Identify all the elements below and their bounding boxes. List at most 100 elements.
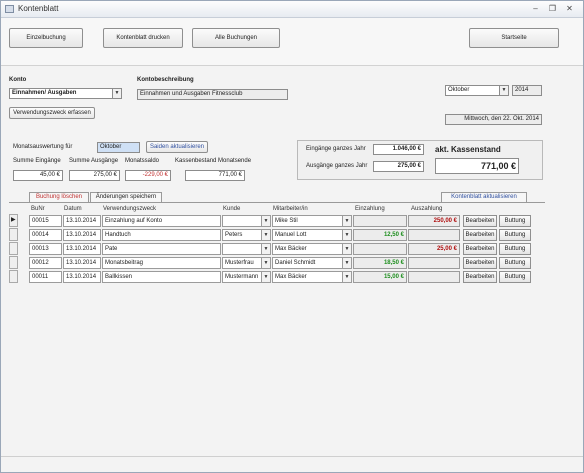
einzahlung-cell[interactable] xyxy=(353,243,407,255)
verwendungszweck-erfassen-button[interactable]: Verwendungszweck erfassen xyxy=(9,107,95,119)
table-row[interactable]: 00011 13.10.2014 Ballkissen Mustermann ▼ … xyxy=(1,270,583,284)
chevron-down-icon[interactable]: ▼ xyxy=(112,89,121,98)
bunr-cell: 00014 xyxy=(29,229,62,241)
monatsauswertung-label: Monatsauswertung für xyxy=(13,144,73,150)
buttung-button[interactable]: Buttung xyxy=(499,215,531,227)
konto-label: Konto xyxy=(9,77,27,83)
einzahlung-cell[interactable]: 18,50 € xyxy=(353,257,407,269)
chevron-down-icon[interactable]: ▼ xyxy=(261,272,270,282)
monatsauswertung-month[interactable]: Oktober xyxy=(97,142,140,153)
saiden-aktualisieren-button[interactable]: Saiden aktualisieren xyxy=(146,141,208,153)
eingaenge-jahr-value: 1.046,00 € xyxy=(373,144,424,155)
summe-ausgaenge-value: 275,00 € xyxy=(69,170,120,181)
startseite-button[interactable]: Startseite xyxy=(469,28,559,48)
row-selector[interactable] xyxy=(9,242,18,255)
kunde-select[interactable]: Peters ▼ xyxy=(222,229,271,241)
mitarbeiter-select[interactable]: Mike Stil ▼ xyxy=(272,215,352,227)
kontobeschreibung-label: Kontobeschreibung xyxy=(137,77,194,83)
table-row[interactable]: 00013 13.10.2014 Pate ▼ Max Bäcker ▼ 25,0… xyxy=(1,242,583,256)
auszahlung-cell[interactable]: 250,00 € xyxy=(408,215,460,227)
month-select[interactable]: Oktober ▼ xyxy=(445,85,509,96)
kunde-select[interactable]: ▼ xyxy=(222,243,271,255)
zweck-cell[interactable]: Einzahlung auf Konto xyxy=(102,215,221,227)
kunde-select[interactable]: Musterfrau ▼ xyxy=(222,257,271,269)
chevron-down-icon[interactable]: ▼ xyxy=(342,272,351,282)
table-row[interactable]: 00012 13.10.2014 Monatsbeitrag Musterfra… xyxy=(1,256,583,270)
col-kunde: Kunde xyxy=(223,206,241,212)
buttung-button[interactable]: Buttung xyxy=(499,243,531,255)
mitarbeiter-select[interactable]: Max Bäcker ▼ xyxy=(272,243,352,255)
restore-icon[interactable]: ❐ xyxy=(545,3,560,15)
bunr-cell: 00012 xyxy=(29,257,62,269)
col-auszahlung: Auszahlung xyxy=(411,206,443,212)
chevron-down-icon[interactable]: ▼ xyxy=(261,244,270,254)
einzahlung-cell[interactable]: 15,00 € xyxy=(353,271,407,283)
datum-cell[interactable]: 13.10.2014 xyxy=(63,271,101,283)
kassenstand-label: akt. Kassenstand xyxy=(435,145,501,154)
bearbeiten-button[interactable]: Bearbeiten xyxy=(463,243,497,255)
bearbeiten-button[interactable]: Bearbeiten xyxy=(463,229,497,241)
datum-cell[interactable]: 13.10.2014 xyxy=(63,215,101,227)
datum-cell[interactable]: 13.10.2014 xyxy=(63,229,101,241)
kunde-select[interactable]: ▼ xyxy=(222,215,271,227)
row-selector[interactable] xyxy=(9,270,18,283)
mitarbeiter-select[interactable]: Daniel Schmidt ▼ xyxy=(272,257,352,269)
auszahlung-cell[interactable] xyxy=(408,271,460,283)
close-icon[interactable]: ✕ xyxy=(562,3,577,15)
zweck-cell[interactable]: Pate xyxy=(102,243,221,255)
mitarbeiter-select[interactable]: Manuel Lott ▼ xyxy=(272,229,352,241)
buttung-button[interactable]: Buttung xyxy=(499,257,531,269)
auszahlung-cell[interactable] xyxy=(408,257,460,269)
chevron-down-icon[interactable]: ▼ xyxy=(261,216,270,226)
table-row[interactable]: ▶ 00015 13.10.2014 Einzahlung auf Konto … xyxy=(1,214,583,228)
buttung-button[interactable]: Buttung xyxy=(499,271,531,283)
zweck-cell[interactable]: Handtuch xyxy=(102,229,221,241)
auszahlung-cell[interactable]: 25,00 € xyxy=(408,243,460,255)
alle-buchungen-button[interactable]: Alle Buchungen xyxy=(192,28,280,48)
col-einzahlung: Einzahlung xyxy=(355,206,385,212)
chevron-down-icon[interactable]: ▼ xyxy=(342,244,351,254)
status-bar xyxy=(1,456,583,472)
einzahlung-cell[interactable]: 12,50 € xyxy=(353,229,407,241)
minimize-icon[interactable]: – xyxy=(528,3,543,15)
chevron-down-icon[interactable]: ▼ xyxy=(342,216,351,226)
auszahlung-cell[interactable] xyxy=(408,229,460,241)
chevron-down-icon[interactable]: ▼ xyxy=(261,258,270,268)
datum-cell[interactable]: 13.10.2014 xyxy=(63,243,101,255)
chevron-down-icon[interactable]: ▼ xyxy=(342,230,351,240)
zweck-cell[interactable]: Ballkissen xyxy=(102,271,221,283)
konto-select[interactable]: Einnahmen/ Ausgaben ▼ xyxy=(9,88,122,99)
buttung-button[interactable]: Buttung xyxy=(499,229,531,241)
bunr-cell: 00015 xyxy=(29,215,62,227)
einzahlung-cell[interactable] xyxy=(353,215,407,227)
bearbeiten-button[interactable]: Bearbeiten xyxy=(463,271,497,283)
col-mitarbeiter: Mitarbeiter/in xyxy=(273,206,308,212)
kontobeschreibung-field[interactable]: Einnahmen und Ausgaben Fitnessclub xyxy=(137,89,288,100)
kontenblatt-drucken-button[interactable]: Kontenblatt drucken xyxy=(103,28,183,48)
kassenstand-value: 771,00 € xyxy=(435,158,519,174)
chevron-down-icon[interactable]: ▼ xyxy=(342,258,351,268)
row-selector[interactable]: ▶ xyxy=(9,214,18,227)
tab-divider xyxy=(9,202,545,203)
kunde-value: Peters xyxy=(225,232,243,238)
toolbar: Einzelbuchung Kontenblatt drucken Alle B… xyxy=(1,18,583,66)
ausgaenge-jahr-value: 275,00 € xyxy=(373,161,424,172)
kassenbestand-label: Kassenbestand Monatsende xyxy=(175,158,252,164)
summe-eingaenge-label: Summe Eingänge xyxy=(13,158,61,164)
einzelbuchung-button[interactable]: Einzelbuchung xyxy=(9,28,83,48)
chevron-down-icon[interactable]: ▼ xyxy=(499,86,508,95)
bunr-cell: 00011 xyxy=(29,271,62,283)
bunr-cell: 00013 xyxy=(29,243,62,255)
bearbeiten-button[interactable]: Bearbeiten xyxy=(463,257,497,269)
mitarbeiter-select[interactable]: Max Bäcker ▼ xyxy=(272,271,352,283)
year-field[interactable]: 2014 xyxy=(512,85,542,96)
bearbeiten-button[interactable]: Bearbeiten xyxy=(463,215,497,227)
zweck-cell[interactable]: Monatsbeitrag xyxy=(102,257,221,269)
table-row[interactable]: 00014 13.10.2014 Handtuch Peters ▼ Manuel… xyxy=(1,228,583,242)
datum-cell[interactable]: 13.10.2014 xyxy=(63,257,101,269)
row-selector[interactable] xyxy=(9,228,18,241)
chevron-down-icon[interactable]: ▼ xyxy=(261,230,270,240)
kunde-select[interactable]: Mustermann ▼ xyxy=(222,271,271,283)
row-selector[interactable] xyxy=(9,256,18,269)
col-verwendungszweck: Verwendungszweck xyxy=(103,206,157,212)
